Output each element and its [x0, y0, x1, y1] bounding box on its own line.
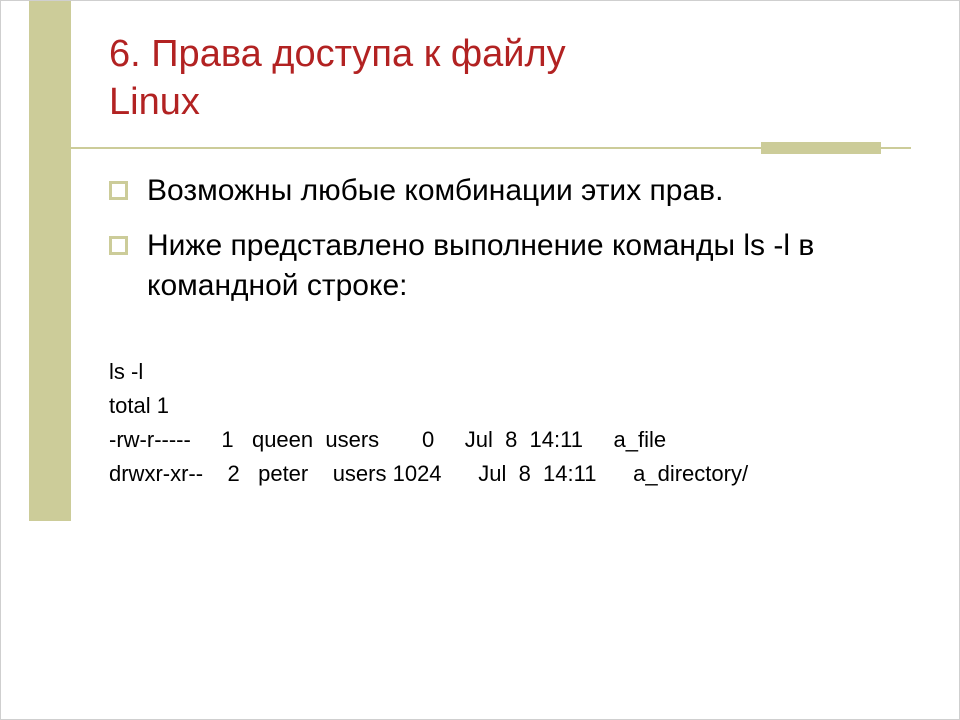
listing-line: ls -l — [109, 359, 143, 384]
slide-body: Возможны любые комбинации этих прав. Ниж… — [109, 171, 919, 525]
slide: 6. Права доступа к файлу Linux Возможны … — [0, 0, 960, 720]
bullet-text: Ниже представлено выполнение команды ls … — [147, 229, 814, 303]
listing-line: drwxr-xr-- 2 peter users 1024 Jul 8 14:1… — [109, 461, 748, 486]
left-accent-bar — [29, 1, 71, 521]
listing-line: -rw-r----- 1 queen users 0 Jul 8 14:11 a… — [109, 427, 666, 452]
bullet-item: Ниже представлено выполнение команды ls … — [109, 226, 919, 307]
title-line-2: Linux — [109, 79, 919, 127]
square-bullet-icon — [109, 181, 128, 200]
title-line-1: 6. Права доступа к файлу — [109, 31, 919, 79]
slide-title: 6. Права доступа к файлу Linux — [109, 31, 919, 126]
square-bullet-icon — [109, 236, 128, 255]
divider-accent-block — [761, 142, 881, 154]
bullet-item: Возможны любые комбинации этих прав. — [109, 171, 919, 212]
listing-line: total 1 — [109, 393, 169, 418]
bullet-text: Возможны любые комбинации этих прав. — [147, 174, 723, 207]
code-listing: ls -l total 1 -rw-r----- 1 queen users 0… — [109, 321, 919, 526]
